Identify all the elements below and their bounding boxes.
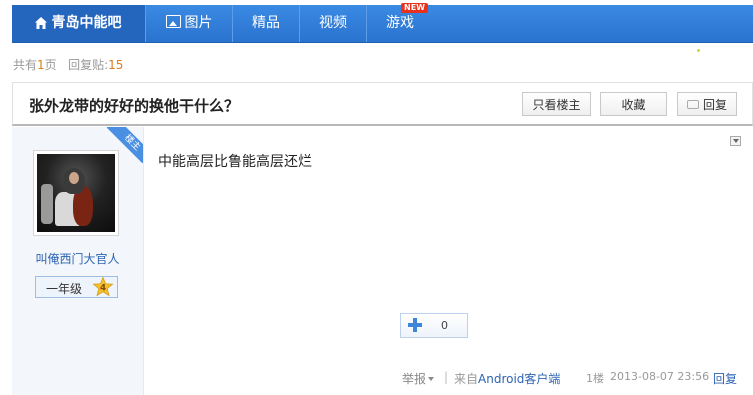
- nav-video-label: 视频: [319, 15, 347, 31]
- from-label: 来自: [454, 372, 479, 386]
- thread-title-bar: 张外龙带的好好的换他干什么？ 只看楼主 收藏 回复: [12, 82, 753, 126]
- floor-number: 1楼: [586, 372, 604, 385]
- nav-home[interactable]: 青岛中能吧: [12, 5, 146, 42]
- decorative-dot: [697, 49, 700, 52]
- pages-prefix: 共有: [13, 58, 38, 72]
- author-level-badge[interactable]: 一年级 4: [35, 276, 118, 298]
- home-icon: [35, 17, 47, 29]
- pages-suffix: 页: [44, 58, 57, 72]
- level-number: 4: [100, 284, 106, 294]
- nav-featured[interactable]: 精品: [233, 5, 300, 42]
- author-username[interactable]: 叫俺西门大官人: [12, 250, 143, 267]
- client-link[interactable]: Android客户端: [478, 372, 560, 386]
- nav-featured-label: 精品: [252, 15, 280, 31]
- post-timestamp: 2013-08-07 23:56: [610, 370, 710, 383]
- footer-separator: |: [444, 370, 449, 384]
- like-button[interactable]: 0: [400, 313, 468, 338]
- post-content: 中能高层比鲁能高层还烂: [158, 154, 312, 170]
- reply-button-label: 回复: [702, 98, 727, 112]
- report-button[interactable]: 举报: [402, 370, 435, 387]
- nav-pictures[interactable]: 图片: [146, 5, 233, 42]
- nav-games-label: 游戏: [386, 15, 414, 31]
- plus-icon: [408, 318, 422, 332]
- picture-icon: [165, 15, 181, 28]
- thread-title: 张外龙带的好好的换他干什么？: [29, 97, 240, 115]
- replies-count: 15: [108, 58, 124, 72]
- speech-bubble-icon: [686, 100, 699, 109]
- report-label: 举报: [402, 372, 427, 386]
- nav-pictures-label: 图片: [184, 15, 213, 31]
- top-nav: 青岛中能吧 图片 精品 视频 游戏: [12, 5, 753, 43]
- post-source: 来自Android客户端: [454, 370, 560, 387]
- level-star-icon: 4: [92, 277, 114, 297]
- thread-meta: 共有1页 回复贴:15: [13, 56, 123, 73]
- only-op-button[interactable]: 只看楼主: [522, 92, 591, 116]
- post-reply-link[interactable]: 回复: [713, 370, 737, 387]
- caret-down-icon: [428, 377, 435, 381]
- nav-home-label: 青岛中能吧: [51, 15, 122, 31]
- reply-button[interactable]: 回复: [677, 92, 737, 116]
- avatar-image: [37, 154, 115, 232]
- post-menu-dropdown[interactable]: [730, 136, 741, 146]
- pages-count: 1: [37, 58, 45, 72]
- replies-label: 回复贴:: [68, 58, 109, 72]
- avatar[interactable]: [33, 150, 119, 236]
- favorite-button[interactable]: 收藏: [600, 92, 667, 116]
- like-count: 0: [441, 319, 448, 332]
- level-name: 一年级: [46, 282, 83, 296]
- new-badge: NEW: [401, 3, 428, 13]
- nav-video[interactable]: 视频: [300, 5, 367, 42]
